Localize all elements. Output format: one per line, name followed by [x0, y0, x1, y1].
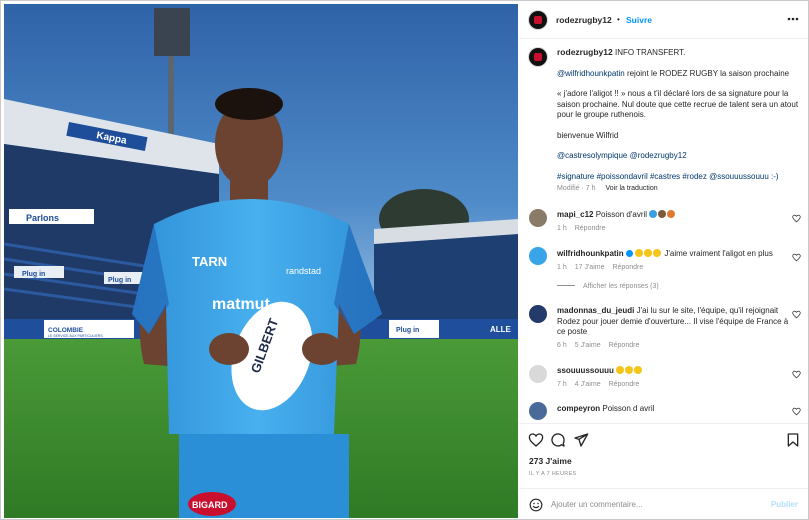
- comment-heart-icon[interactable]: [792, 253, 801, 262]
- comment-time: 7 h: [557, 380, 567, 388]
- comment-text: Poisson d avril: [602, 404, 655, 413]
- caption-quote: « j'adore l'aligot !! » nous a t'il décl…: [557, 89, 799, 119]
- banner-parlons: Parlons: [26, 213, 59, 223]
- publish-button[interactable]: Publier: [771, 500, 798, 509]
- comment-heart-icon[interactable]: [792, 310, 801, 319]
- caption-mentions[interactable]: @castresolympique @rodezrugby12: [557, 151, 802, 162]
- caption-author[interactable]: rodezrugby12: [557, 47, 613, 57]
- comment: wilfridhounkpatin J'aime vraiment l'alig…: [557, 249, 797, 273]
- reply-button[interactable]: Répondre: [609, 342, 640, 349]
- comment-time: 1 h: [557, 263, 567, 271]
- verified-icon: [625, 250, 633, 257]
- comment-user[interactable]: madonnas_du_jeudi: [557, 306, 634, 315]
- comment-avatar[interactable]: [529, 365, 547, 383]
- heart-icon[interactable]: [528, 432, 544, 448]
- comment-user[interactable]: wilfridhounkpatin: [557, 249, 624, 258]
- banner-plugin-3: Plug in: [396, 327, 419, 334]
- add-comment-input[interactable]: Ajouter un commentaire...: [551, 500, 643, 509]
- banner-plugin-1: Plug in: [22, 271, 45, 278]
- caption-headline: INFO TRANSFERT.: [614, 48, 686, 57]
- fish-emoji-icon: [649, 210, 658, 218]
- comment-heart-icon[interactable]: [792, 370, 801, 379]
- instagram-post-window: Kappa Parlons Plug in Plug in COLOMBIE L…: [0, 0, 809, 520]
- post-caption: rodezrugby12 INFO TRANSFERT. @wilfridhou…: [557, 47, 802, 195]
- shorts-bigard: BIGARD: [192, 500, 228, 510]
- comment-time: 1 h: [557, 224, 567, 232]
- mention-player-link[interactable]: @wilfridhounkpatin: [557, 69, 625, 78]
- jersey-sponsor-randstad: randstad: [286, 266, 321, 276]
- comment-likes[interactable]: 4 J'aime: [575, 381, 601, 388]
- laugh-emoji-icon: [635, 249, 644, 257]
- author-username[interactable]: rodezrugby12: [556, 15, 612, 25]
- caption-welcome: bienvenue Wilfrid: [557, 130, 619, 140]
- reply-button[interactable]: Répondre: [612, 264, 643, 271]
- see-translation-link[interactable]: Voir la traduction: [605, 185, 657, 192]
- comment: ssouuussouuu 7 h 4 J'aime Répondre: [557, 366, 797, 390]
- share-icon[interactable]: [573, 432, 589, 448]
- laugh-emoji-icon: [644, 249, 653, 257]
- comment: madonnas_du_jeudi J'ai lu sur le site, l…: [557, 306, 797, 351]
- likes-count[interactable]: 273 J'aime: [529, 456, 572, 466]
- laugh-emoji-icon: [634, 366, 643, 374]
- comment: compeyron Poisson d avril: [557, 404, 797, 415]
- banner-alle: ALLE: [490, 325, 512, 334]
- laugh-emoji-icon: [616, 366, 625, 374]
- comment: mapi_c12 Poisson d'avril 1 h Répondre: [557, 210, 797, 234]
- jersey-sponsor-tarn: TARN: [192, 254, 227, 269]
- comment-heart-icon[interactable]: [792, 407, 801, 416]
- comment-avatar[interactable]: [529, 247, 547, 265]
- comment-avatar[interactable]: [529, 209, 547, 227]
- caption-modified: Modifié · 7 h: [557, 185, 596, 192]
- reply-button[interactable]: Répondre: [575, 225, 606, 232]
- comment-text: Poisson d'avril: [595, 210, 648, 219]
- emoji-icon: [667, 210, 676, 218]
- comment-avatar[interactable]: [529, 402, 547, 420]
- comment-likes[interactable]: 5 J'aime: [575, 342, 601, 349]
- comment-heart-icon[interactable]: [792, 214, 801, 223]
- banner-colombie: COLOMBIE: [48, 327, 84, 334]
- laugh-emoji-icon: [653, 249, 662, 257]
- caption-avatar[interactable]: [529, 48, 547, 66]
- more-options-icon[interactable]: [787, 17, 799, 21]
- comment-time: 6 h: [557, 341, 567, 349]
- follow-button[interactable]: Suivre: [626, 15, 652, 25]
- emoji-icon[interactable]: [529, 498, 543, 512]
- comment-user[interactable]: compeyron: [557, 404, 600, 413]
- view-replies-toggle[interactable]: Afficher les réponses (3): [557, 283, 659, 290]
- comment-user[interactable]: ssouuussouuu: [557, 366, 614, 375]
- post-photo[interactable]: Kappa Parlons Plug in Plug in COLOMBIE L…: [4, 4, 518, 518]
- face-emoji-icon: [658, 210, 667, 218]
- comment-avatar[interactable]: [529, 305, 547, 323]
- post-actions: 273 J'aime IL Y A 7 HEURES Ajouter un co…: [519, 423, 808, 519]
- add-comment-bar: Ajouter un commentaire... Publier: [519, 488, 808, 519]
- comment-text: J'aime vraiment l'aligot en plus: [664, 249, 773, 258]
- post-time-ago: IL Y A 7 HEURES: [529, 471, 577, 477]
- caption-hashtags[interactable]: #signature #poissondavril #castres #rode…: [557, 172, 802, 183]
- post-side-panel: rodezrugby12 • Suivre rodezrugby12 INFO …: [519, 1, 808, 519]
- caption-line1: rejoint le RODEZ RUGBY la saison prochai…: [624, 68, 790, 78]
- bookmark-icon[interactable]: [785, 432, 801, 448]
- author-avatar[interactable]: [529, 11, 547, 29]
- reply-button[interactable]: Répondre: [609, 381, 640, 388]
- post-header: rodezrugby12 • Suivre: [519, 1, 808, 39]
- laugh-emoji-icon: [625, 366, 634, 374]
- banner-plugin-2: Plug in: [108, 277, 131, 284]
- comment-user[interactable]: mapi_c12: [557, 210, 593, 219]
- comment-likes[interactable]: 17 J'aime: [575, 264, 605, 271]
- header-dot: •: [617, 15, 620, 24]
- comment-icon[interactable]: [550, 432, 566, 448]
- banner-service: LE SERVICE AUX PARTICULIERS: [48, 334, 103, 338]
